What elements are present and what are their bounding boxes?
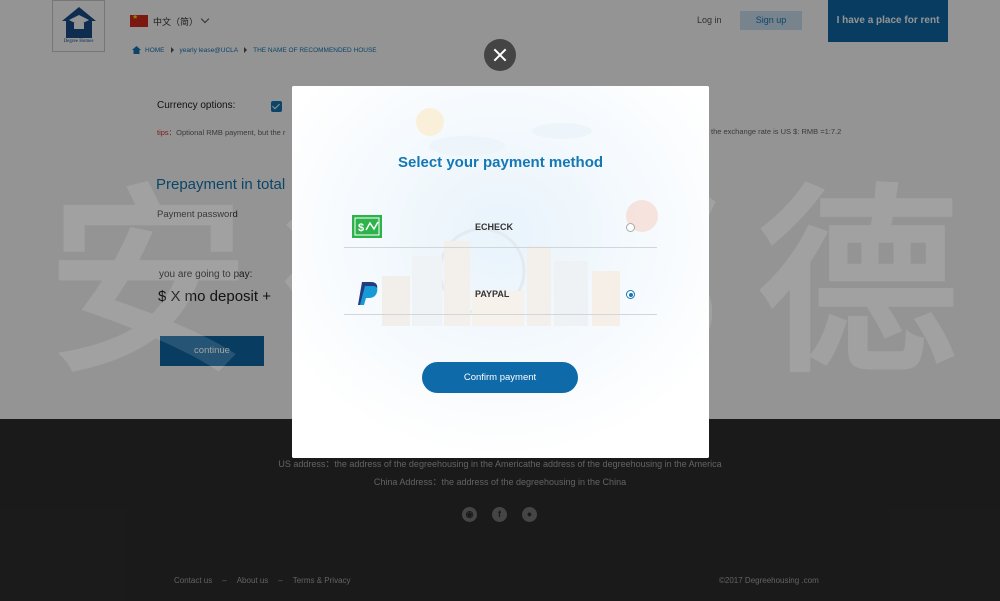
city-illustration-background [292, 86, 709, 458]
payment-option-echeck[interactable]: $ ECHECK [344, 208, 657, 248]
echeck-radio[interactable] [626, 223, 635, 232]
paypal-icon [358, 282, 378, 305]
paypal-radio[interactable] [626, 290, 635, 299]
modal-title: Select your payment method [397, 154, 604, 171]
payment-option-paypal[interactable]: PAYPAL [344, 275, 657, 315]
paypal-label: PAYPAL [475, 289, 510, 299]
echeck-label: ECHECK [475, 222, 514, 232]
payment-method-modal: Select your payment method $ ECHECK PAYP… [292, 86, 709, 458]
echeck-icon: $ [352, 215, 382, 238]
svg-text:$: $ [358, 222, 364, 234]
close-modal-button[interactable] [484, 39, 516, 71]
confirm-payment-button[interactable]: Confirm payment [422, 362, 578, 393]
